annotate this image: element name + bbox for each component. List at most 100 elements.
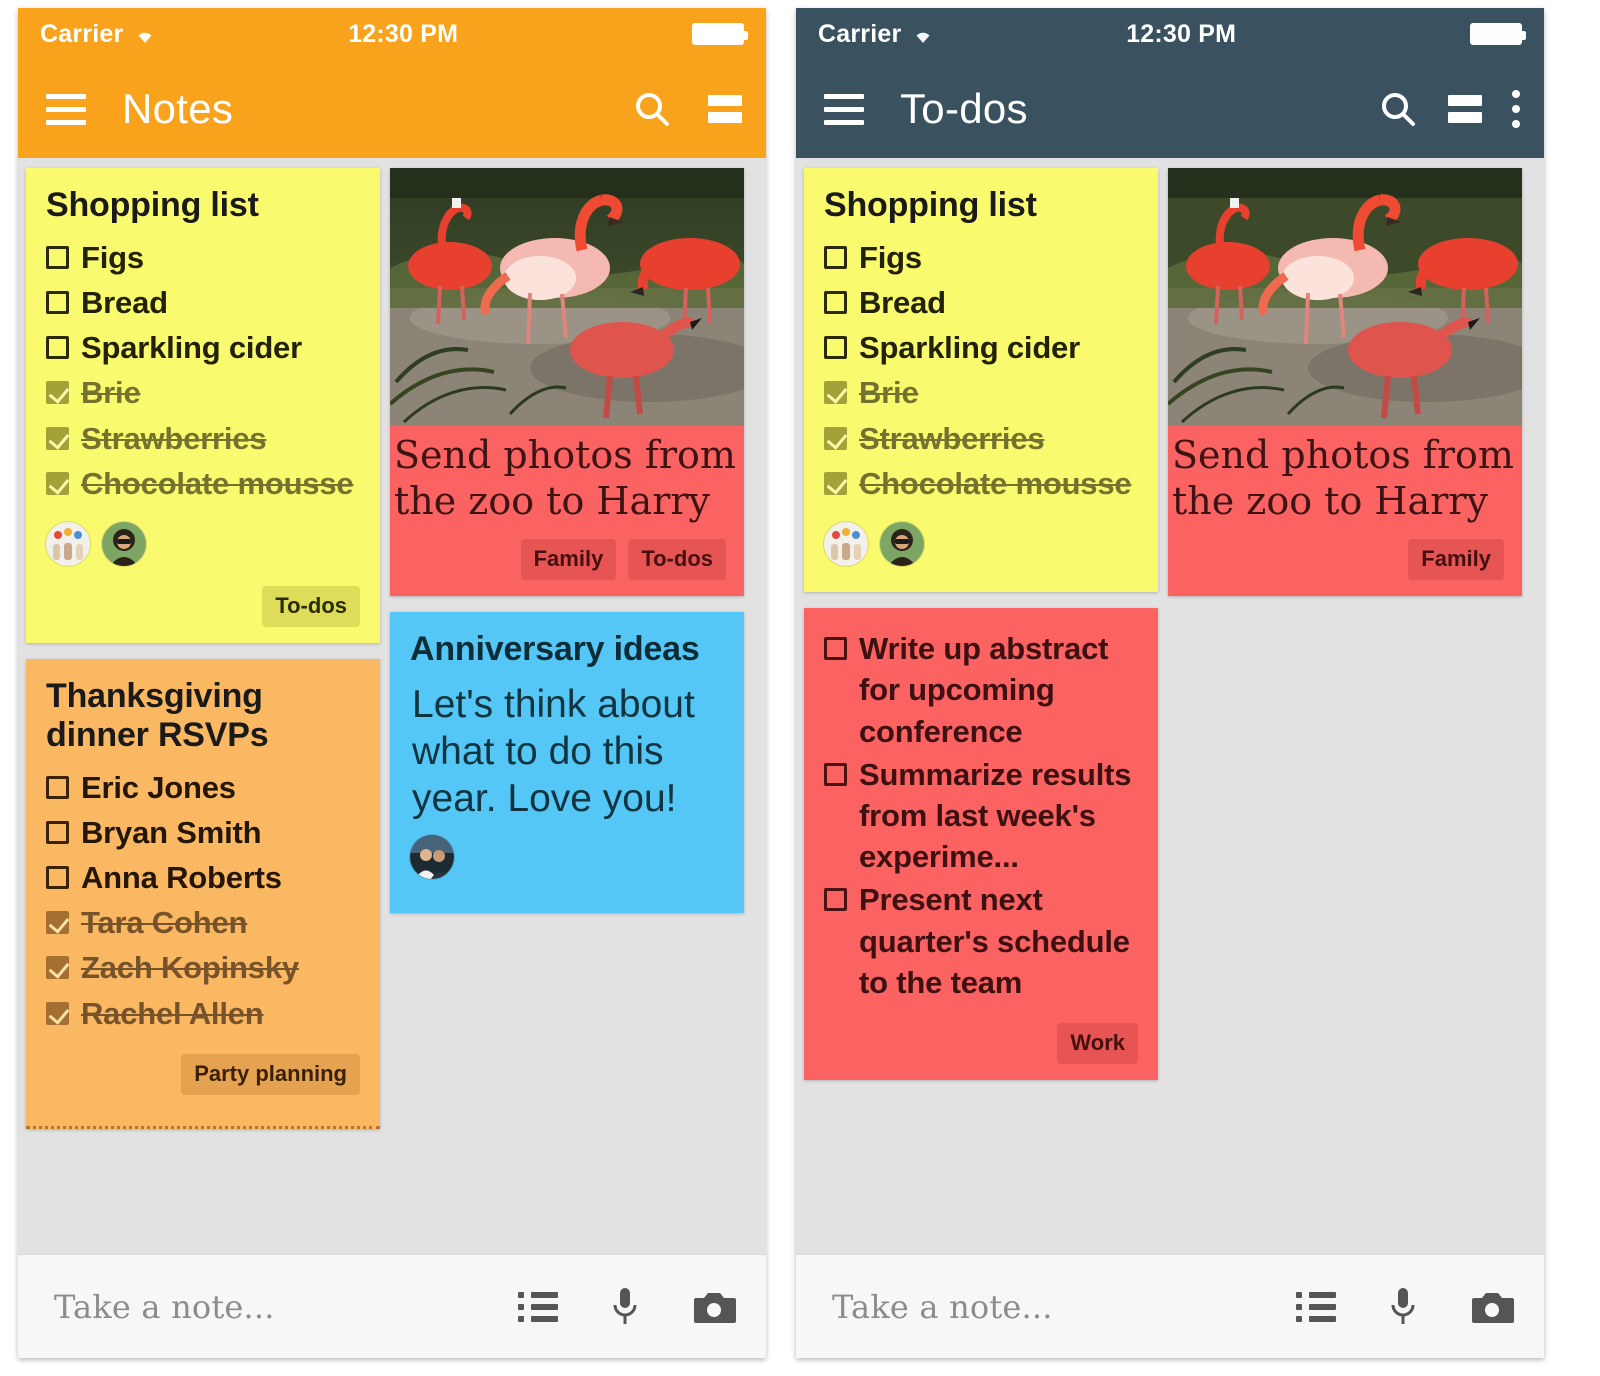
checkbox-unchecked-icon[interactable] xyxy=(46,290,69,314)
checklist-item[interactable]: Write up abstract for upcoming conferenc… xyxy=(824,628,1138,752)
avatar-woman-sunglasses[interactable] xyxy=(880,522,924,567)
hamburger-menu-icon[interactable] xyxy=(46,93,86,125)
overflow-menu-icon[interactable] xyxy=(1512,90,1520,128)
take-a-note-input[interactable]: Take a note... xyxy=(54,1288,275,1326)
note-card[interactable]: Send photos from the zoo to Harry Family xyxy=(1168,168,1522,596)
checkbox-checked-icon[interactable] xyxy=(46,911,69,935)
tag-chip[interactable]: Family xyxy=(520,538,617,580)
checklist-item[interactable]: Strawberries xyxy=(46,418,360,459)
tag-chip[interactable]: Family xyxy=(1408,538,1504,580)
checkbox-unchecked-icon[interactable] xyxy=(46,820,69,844)
checklist-item[interactable]: Summarize results from last week's exper… xyxy=(824,754,1138,878)
notes-columns: Shopping list Figs Bread Sparkling cider… xyxy=(26,168,758,1129)
checklist-item[interactable]: Brie xyxy=(824,372,1138,413)
status-left: Carrier xyxy=(40,20,158,49)
collaborator-avatars xyxy=(410,834,724,879)
checklist-item[interactable]: Figs xyxy=(46,237,360,278)
avatar-group-balloons[interactable] xyxy=(46,522,90,567)
checklist-item[interactable]: Anna Roberts xyxy=(46,857,360,898)
checkbox-unchecked-icon[interactable] xyxy=(46,245,69,269)
checklist-item[interactable]: Bryan Smith xyxy=(46,812,360,853)
checklist-item[interactable]: Strawberries xyxy=(824,418,1138,459)
list-view-toggle-icon[interactable] xyxy=(708,95,742,123)
collaborator-avatars xyxy=(46,522,360,567)
checklist: Figs Bread Sparkling cider Brie Strawber… xyxy=(824,237,1138,504)
checkbox-unchecked-icon[interactable] xyxy=(824,290,847,314)
note-card[interactable]: Shopping list Figs Bread Sparkling cider… xyxy=(804,168,1158,593)
checklist-item-label: Bread xyxy=(81,284,168,320)
checkbox-unchecked-icon[interactable] xyxy=(824,336,847,360)
camera-icon[interactable] xyxy=(1470,1289,1514,1325)
checklist: Write up abstract for upcoming conferenc… xyxy=(824,628,1138,1003)
checkbox-unchecked-icon[interactable] xyxy=(46,775,69,799)
checklist-item-label: Brie xyxy=(859,375,919,411)
checklist-item-label: Write up abstract for upcoming conferenc… xyxy=(859,631,1109,749)
checklist-item[interactable]: Bread xyxy=(824,282,1138,323)
checklist-item[interactable]: Zach Kopinsky xyxy=(46,947,360,988)
checkbox-checked-icon[interactable] xyxy=(46,426,69,450)
search-icon[interactable] xyxy=(1378,89,1418,129)
tag-chip[interactable]: To-dos xyxy=(628,538,726,580)
checklist-item[interactable]: Sparkling cider xyxy=(46,327,360,368)
notes-canvas: Shopping list Figs Bread Sparkling cider… xyxy=(18,158,766,1254)
note-card[interactable]: Write up abstract for upcoming conferenc… xyxy=(804,608,1158,1081)
tag-chip[interactable]: Work xyxy=(1057,1023,1138,1065)
checkbox-unchecked-icon[interactable] xyxy=(824,245,847,269)
checklist-item[interactable]: Sparkling cider xyxy=(824,327,1138,368)
note-tags: Work xyxy=(824,1023,1138,1065)
flamingos-at-zoo-photo xyxy=(1168,168,1522,426)
collaborator-avatars xyxy=(824,522,1138,567)
flamingos-at-zoo-photo xyxy=(390,168,744,426)
notes-column-right: Send photos from the zoo to Harry Family… xyxy=(390,168,744,913)
hamburger-menu-icon[interactable] xyxy=(824,93,864,125)
checklist-item[interactable]: Figs xyxy=(824,237,1138,278)
checkbox-checked-icon[interactable] xyxy=(46,956,69,980)
checklist-item[interactable]: Bread xyxy=(46,282,360,323)
search-icon[interactable] xyxy=(632,89,672,129)
checkbox-unchecked-icon[interactable] xyxy=(824,637,847,661)
checklist-item[interactable]: Brie xyxy=(46,372,360,413)
checkbox-unchecked-icon[interactable] xyxy=(824,762,847,786)
checklist-item-label: Eric Jones xyxy=(81,769,236,805)
new-list-icon[interactable] xyxy=(518,1291,558,1322)
checkbox-checked-icon[interactable] xyxy=(824,426,847,450)
avatar-group-balloons[interactable] xyxy=(824,522,868,567)
note-overflow-cut-edge xyxy=(26,1125,380,1129)
tag-chip[interactable]: Party planning xyxy=(181,1053,360,1095)
checklist-item[interactable]: Tara Cohen xyxy=(46,902,360,943)
tag-chip[interactable]: To-dos xyxy=(262,586,360,628)
checkbox-checked-icon[interactable] xyxy=(46,1001,69,1025)
list-view-toggle-icon[interactable] xyxy=(1448,95,1482,123)
checkbox-checked-icon[interactable] xyxy=(46,471,69,495)
avatar-woman-sunglasses[interactable] xyxy=(102,522,146,567)
app-bar: Notes xyxy=(18,60,766,158)
app-bar-actions xyxy=(1378,89,1520,129)
microphone-icon[interactable] xyxy=(610,1286,640,1328)
checklist-item-label: Figs xyxy=(859,239,922,275)
checkbox-unchecked-icon[interactable] xyxy=(46,866,69,889)
checkbox-unchecked-icon[interactable] xyxy=(824,888,847,912)
new-list-icon[interactable] xyxy=(1296,1291,1336,1322)
checkbox-checked-icon[interactable] xyxy=(46,381,69,405)
note-card[interactable]: Thanksgiving dinner RSVPs Eric Jones Bry… xyxy=(26,659,380,1129)
checklist-item-label: Figs xyxy=(81,239,144,275)
note-card[interactable]: Anniversary ideas Let's think about what… xyxy=(390,611,744,913)
checklist-item[interactable]: Present next quarter's schedule to the t… xyxy=(824,879,1138,1003)
note-card[interactable]: Send photos from the zoo to Harry Family… xyxy=(390,168,744,596)
camera-icon[interactable] xyxy=(692,1289,736,1325)
bottom-compose-bar: Take a note... xyxy=(796,1254,1544,1358)
checkbox-unchecked-icon[interactable] xyxy=(46,336,69,360)
avatar-couple[interactable] xyxy=(410,834,454,879)
app-bar-actions xyxy=(632,89,742,129)
checklist-item[interactable]: Eric Jones xyxy=(46,767,360,808)
checklist-item-label: Chocolate mousse xyxy=(81,465,354,501)
take-a-note-input[interactable]: Take a note... xyxy=(832,1288,1053,1326)
microphone-icon[interactable] xyxy=(1388,1286,1418,1328)
checklist-item[interactable]: Chocolate mousse xyxy=(824,463,1138,504)
checklist-item[interactable]: Rachel Allen xyxy=(46,993,360,1034)
checkbox-checked-icon[interactable] xyxy=(824,381,847,405)
checklist-item[interactable]: Chocolate mousse xyxy=(46,463,360,504)
wifi-icon xyxy=(138,32,152,43)
checkbox-checked-icon[interactable] xyxy=(824,471,847,495)
note-card[interactable]: Shopping list Figs Bread Sparkling cider… xyxy=(26,168,380,644)
